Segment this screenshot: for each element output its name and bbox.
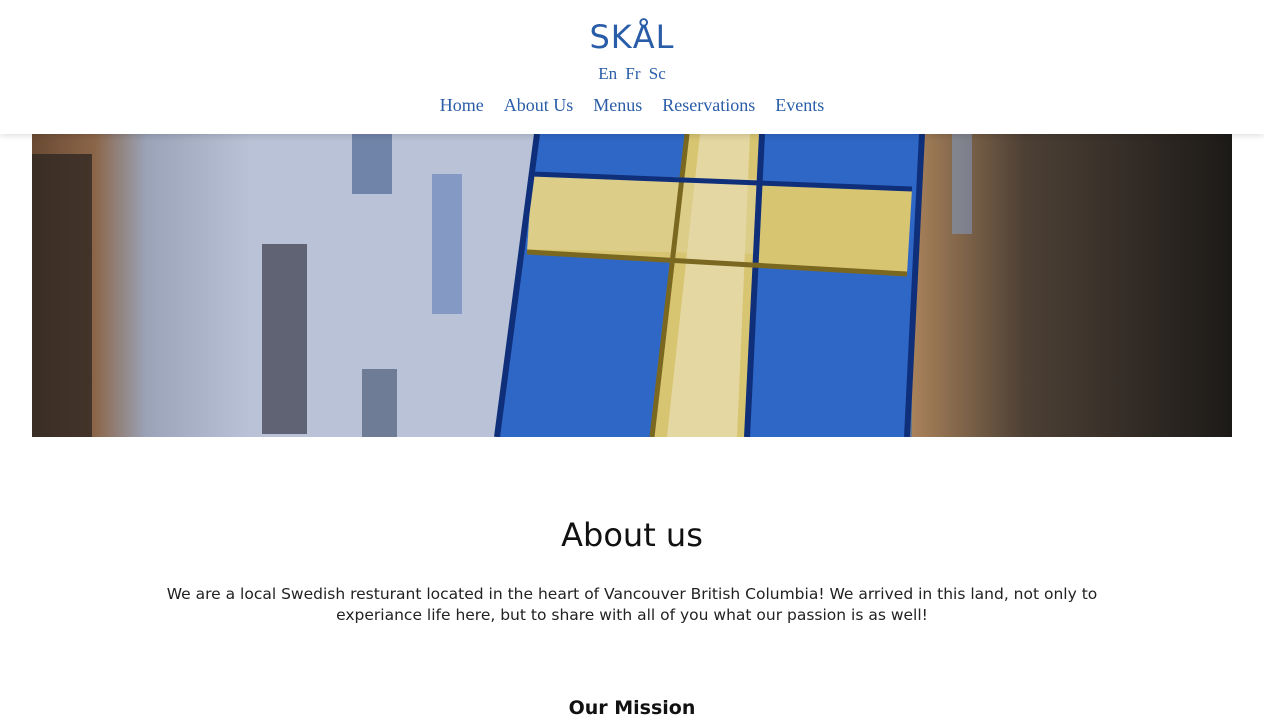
nav-menus[interactable]: Menus xyxy=(593,95,642,116)
swedish-flag-photo xyxy=(32,134,1232,437)
language-switcher: En Fr Sc xyxy=(0,64,1264,84)
nav-home[interactable]: Home xyxy=(440,95,484,116)
about-title: About us xyxy=(561,516,703,554)
nav-about-us[interactable]: About Us xyxy=(504,95,574,116)
lang-fr[interactable]: Fr xyxy=(625,64,640,83)
lang-sc[interactable]: Sc xyxy=(649,64,666,83)
nav-reservations[interactable]: Reservations xyxy=(662,95,755,116)
about-text: We are a local Swedish resturant located… xyxy=(166,585,1098,624)
main-nav: Home About Us Menus Reservations Events xyxy=(0,95,1264,116)
mission-title: Our Mission xyxy=(568,697,696,719)
nav-events[interactable]: Events xyxy=(775,95,824,116)
lang-en[interactable]: En xyxy=(598,64,617,83)
hero-image xyxy=(32,134,1232,437)
site-header: SKÅL En Fr Sc Home About Us Menus Reserv… xyxy=(0,0,1264,134)
site-logo[interactable]: SKÅL xyxy=(0,18,1264,56)
